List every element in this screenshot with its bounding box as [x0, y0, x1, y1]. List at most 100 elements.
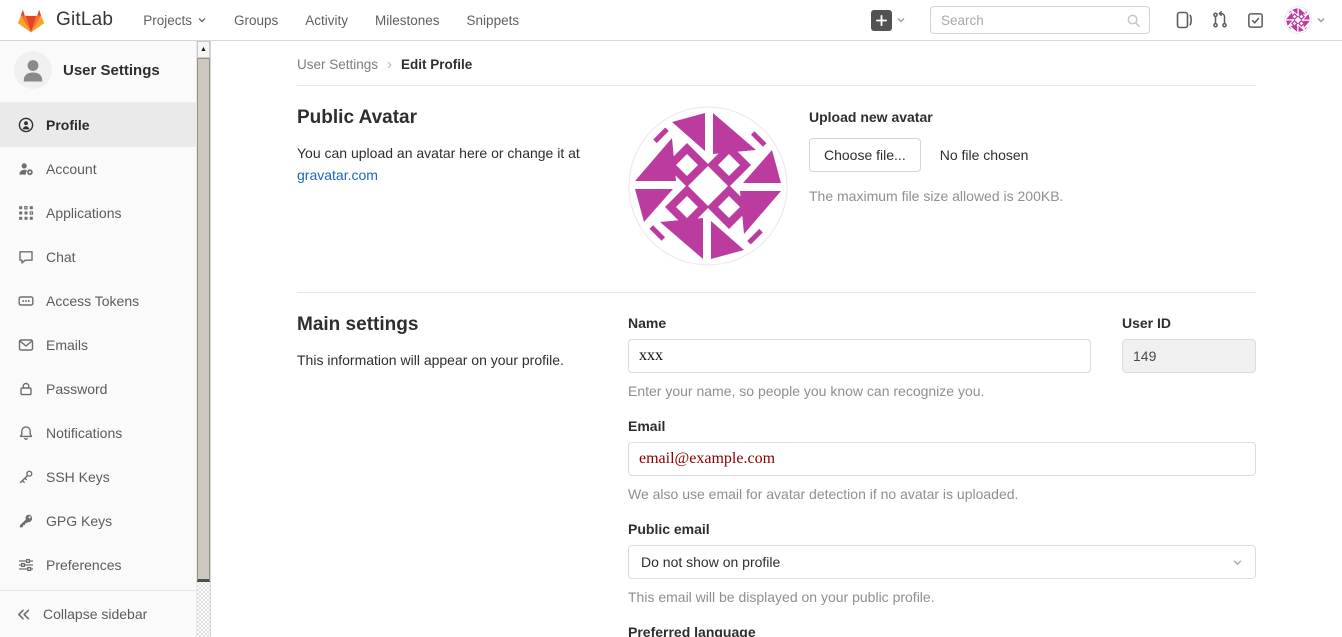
chat-icon: [18, 249, 34, 265]
chevron-down-icon: [1316, 15, 1326, 25]
chevron-down-icon: [1232, 557, 1243, 568]
profile-avatar-image: [628, 106, 788, 266]
no-file-chosen-text: No file chosen: [940, 147, 1029, 163]
user-avatar: [1285, 7, 1311, 33]
account-icon: [18, 161, 34, 177]
top-navbar: GitLab Projects Groups Activity Mileston…: [0, 0, 1342, 41]
gpg-keys-icon: [18, 513, 34, 529]
user-id-label: User ID: [1122, 315, 1256, 331]
breadcrumb-parent[interactable]: User Settings: [297, 57, 378, 72]
public-avatar-section: Public Avatar You can upload an avatar h…: [297, 86, 1256, 293]
chevron-down-icon: [896, 15, 906, 25]
sidebar-item-ssh-keys[interactable]: SSH Keys: [0, 455, 197, 499]
breadcrumb: User Settings › Edit Profile: [297, 41, 1256, 86]
email-label: Email: [628, 418, 1256, 434]
nav-item-projects[interactable]: Projects: [143, 13, 207, 28]
sidebar-item-chat[interactable]: Chat: [0, 235, 197, 279]
logo-wordmark: GitLab: [56, 9, 113, 31]
sidebar-item-label: Preferences: [46, 557, 121, 573]
avatar-description: You can upload an avatar here or change …: [297, 145, 580, 161]
email-help-text: We also use email for avatar detection i…: [628, 486, 1256, 502]
sidebar-title: User Settings: [63, 62, 160, 79]
nav-item-snippets[interactable]: Snippets: [467, 13, 520, 28]
search-input[interactable]: [941, 13, 1118, 28]
public-email-help-text: This email will be displayed on your pub…: [628, 589, 1256, 605]
access-tokens-icon: [18, 293, 34, 309]
choose-file-button[interactable]: Choose file...: [809, 138, 921, 172]
chevron-down-icon: [197, 15, 207, 25]
sidebar-item-applications[interactable]: Applications: [0, 191, 197, 235]
tanuki-icon: [16, 5, 46, 35]
user-settings-avatar-icon: [14, 51, 52, 89]
public-email-selected-value: Do not show on profile: [641, 554, 780, 570]
name-field[interactable]: [628, 339, 1091, 373]
ssh-keys-icon: [18, 469, 34, 485]
settings-sidebar: User Settings Profile Account Applicatio…: [0, 41, 211, 637]
sidebar-item-preferences[interactable]: Preferences: [0, 543, 197, 587]
sidebar-item-account[interactable]: Account: [0, 147, 197, 191]
collapse-chevrons-icon: [16, 607, 31, 622]
collapse-sidebar-label: Collapse sidebar: [43, 606, 147, 622]
search-box: [930, 6, 1150, 34]
public-email-select[interactable]: Do not show on profile: [628, 545, 1256, 579]
sidebar-item-gpg-keys[interactable]: GPG Keys: [0, 499, 197, 543]
sidebar-item-label: GPG Keys: [46, 513, 112, 529]
public-avatar-title: Public Avatar: [297, 107, 592, 129]
sidebar-item-profile[interactable]: Profile: [0, 103, 197, 147]
sidebar-item-emails[interactable]: Emails: [0, 323, 197, 367]
notifications-icon: [18, 425, 34, 441]
sidebar-item-label: Access Tokens: [46, 293, 139, 309]
preferred-language-label: Preferred language: [628, 624, 1256, 637]
primary-nav: Projects Groups Activity Milestones Snip…: [143, 13, 519, 28]
user-id-field: [1122, 339, 1256, 373]
sidebar-item-label: Applications: [46, 205, 122, 221]
scrollbar-thumb[interactable]: [197, 58, 210, 582]
upload-avatar-label: Upload new avatar: [809, 109, 1063, 125]
gravatar-link[interactable]: gravatar.com: [297, 167, 378, 183]
public-email-label: Public email: [628, 521, 1256, 537]
sidebar-item-password[interactable]: Password: [0, 367, 197, 411]
sidebar-item-label: Account: [46, 161, 97, 177]
navbar-right: [871, 6, 1326, 34]
max-file-size-note: The maximum file size allowed is 200KB.: [809, 188, 1063, 204]
name-label: Name: [628, 315, 1091, 331]
nav-item-milestones[interactable]: Milestones: [375, 13, 440, 28]
sidebar-item-label: Emails: [46, 337, 88, 353]
todos-icon[interactable]: [1246, 11, 1265, 30]
breadcrumb-separator-icon: ›: [387, 57, 392, 72]
sidebar-item-label: Notifications: [46, 425, 122, 441]
nav-item-groups[interactable]: Groups: [234, 13, 278, 28]
user-menu-button[interactable]: [1285, 7, 1326, 33]
emails-icon: [18, 337, 34, 353]
search-icon: [1126, 13, 1141, 28]
name-help-text: Enter your name, so people you know can …: [628, 383, 1091, 399]
new-menu-button[interactable]: [871, 10, 906, 31]
sidebar-item-notifications[interactable]: Notifications: [0, 411, 197, 455]
sidebar-item-access-tokens[interactable]: Access Tokens: [0, 279, 197, 323]
main-settings-description: This information will appear on your pro…: [297, 350, 592, 372]
profile-icon: [18, 117, 34, 133]
sidebar-item-label: Chat: [46, 249, 76, 265]
sidebar-header: User Settings: [0, 41, 197, 103]
merge-requests-icon[interactable]: [1210, 10, 1230, 30]
plus-icon: [871, 10, 892, 31]
sidebar-item-label: SSH Keys: [46, 469, 110, 485]
nav-item-activity[interactable]: Activity: [305, 13, 348, 28]
nav-label: Projects: [143, 13, 192, 28]
password-icon: [18, 381, 34, 397]
main-settings-section: Main settings This information will appe…: [297, 293, 1256, 637]
sidebar-scrollbar[interactable]: ▲: [196, 41, 210, 637]
collapse-sidebar-button[interactable]: Collapse sidebar: [0, 590, 197, 637]
scrollbar-up-arrow[interactable]: ▲: [197, 41, 210, 58]
preferences-icon: [18, 557, 34, 573]
email-field[interactable]: [628, 442, 1256, 476]
issues-icon[interactable]: [1174, 10, 1194, 30]
sidebar-item-label: Password: [46, 381, 107, 397]
sidebar-item-label: Profile: [46, 117, 90, 133]
applications-icon: [18, 205, 34, 221]
main-settings-title: Main settings: [297, 314, 592, 336]
sidebar-nav: Profile Account Applications Chat Access…: [0, 103, 210, 587]
gitlab-logo[interactable]: GitLab: [16, 5, 113, 35]
main-content: User Settings › Edit Profile Public Avat…: [211, 0, 1342, 637]
breadcrumb-current: Edit Profile: [401, 57, 472, 72]
